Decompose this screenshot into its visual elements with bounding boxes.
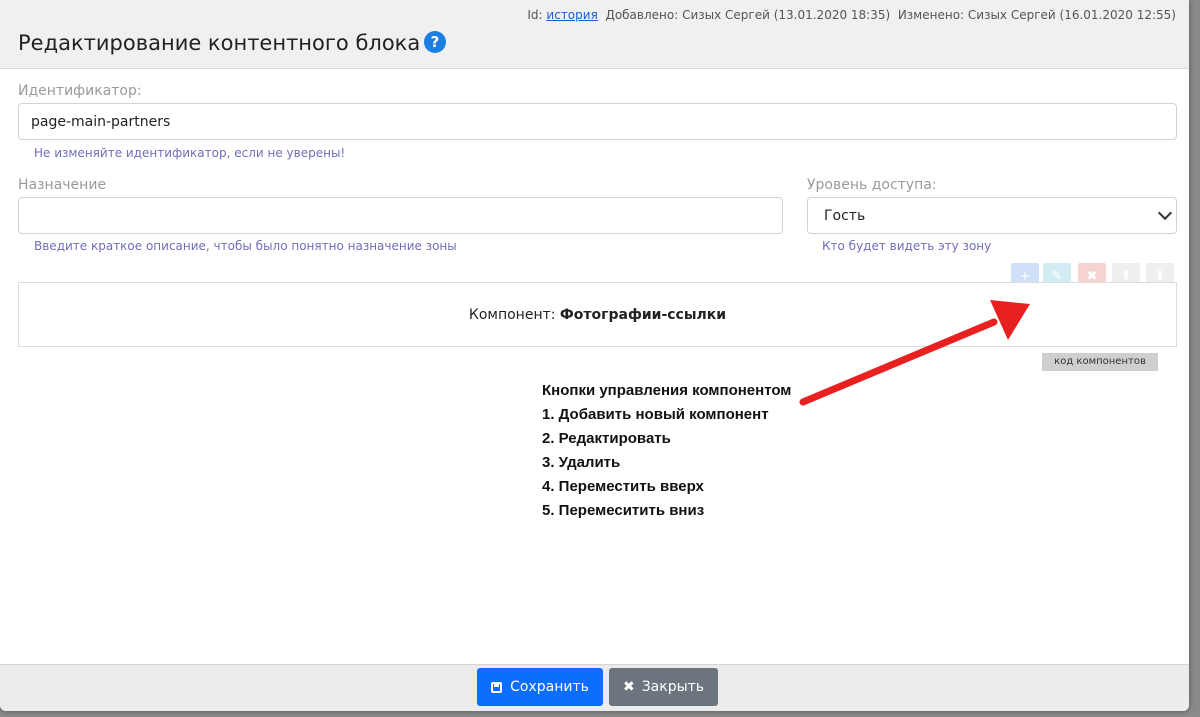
edit-content-block-modal: Id: история Добавлено: Сизых Сергей (13.… bbox=[0, 0, 1189, 711]
close-button[interactable]: ✖ Закрыть bbox=[609, 668, 718, 706]
floppy-icon bbox=[491, 681, 503, 693]
close-label: Закрыть bbox=[641, 679, 705, 695]
annotation-arrow bbox=[799, 300, 1030, 406]
times-icon: ✖ bbox=[622, 679, 635, 695]
save-label: Сохранить bbox=[510, 679, 589, 695]
save-button[interactable]: Сохранить bbox=[477, 668, 603, 706]
